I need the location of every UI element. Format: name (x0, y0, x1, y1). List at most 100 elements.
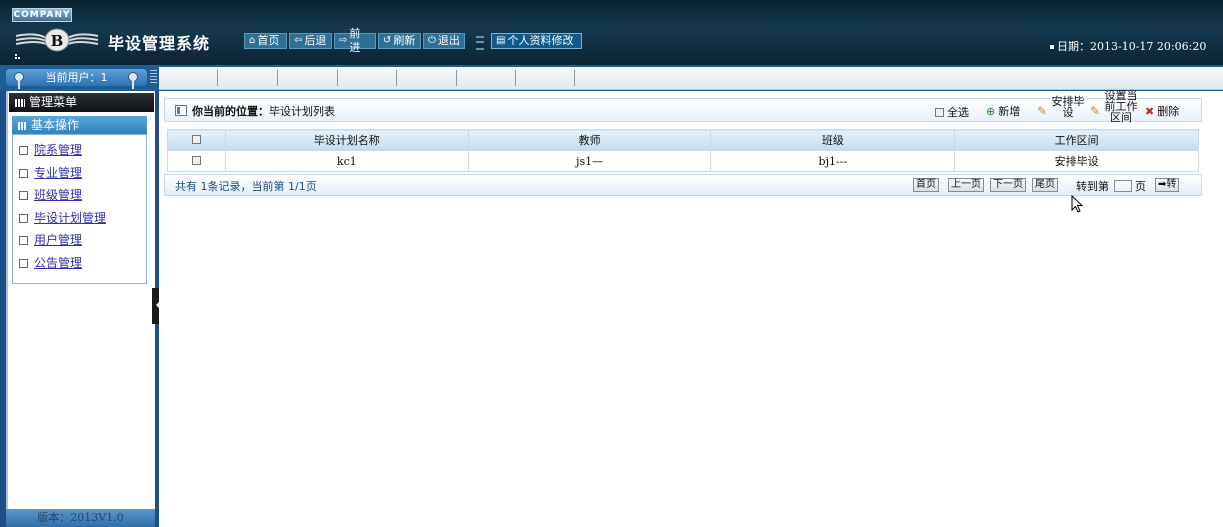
last-page-button[interactable]: 尾页 (1032, 178, 1058, 192)
top-header: COMPANY B 毕设管理系统 ⌂ 首页 ⇦ 后退 ⇨ 前进 ↺ 刷新 ⏻ 退… (0, 0, 1223, 65)
logout-label: 退出 (437, 34, 460, 47)
table-cell: 安排毕设 (954, 150, 1199, 172)
go-label: 转 (1166, 179, 1177, 190)
menu-box: 院系管理 专业管理 班级管理 毕设计划管理 用户管理 公告管理 (12, 134, 147, 284)
date-display: 日期：2013-10-17 20:06:20 (1050, 38, 1206, 54)
prev-page-button[interactable]: 上一页 (948, 178, 984, 192)
first-page-button[interactable]: 首页 (913, 178, 939, 192)
refresh-icon: ↺ (383, 35, 392, 46)
sidebar-item-major[interactable]: 专业管理 (19, 164, 82, 181)
goto-page-input[interactable] (1114, 180, 1132, 192)
bullet-icon (1050, 45, 1054, 49)
tab-strip (159, 67, 1223, 90)
sidebar-item-label: 院系管理 (34, 143, 83, 157)
square-bullet-icon (19, 191, 28, 200)
edit-pencil-icon: ✎ (1037, 104, 1048, 118)
collapse-sidebar-toggle[interactable] (152, 288, 159, 324)
sidebar-item-notice[interactable]: 公告管理 (19, 254, 82, 271)
arrow-right-icon: ⇨ (339, 35, 348, 46)
basic-operations-title: 基本操作 (31, 118, 80, 132)
back-button[interactable]: ⇦ 后退 (289, 33, 332, 49)
select-all-label: 全选 (947, 106, 969, 119)
sidebar-item-label: 毕设计划管理 (34, 211, 107, 225)
checkbox-icon (935, 107, 944, 117)
breadcrumb: 你当前的位置：毕设计划列表 (192, 103, 335, 119)
table-header-row: 毕设计划名称 教师 班级 工作区间 (167, 129, 1199, 151)
delete-label: 删除 (1157, 105, 1180, 118)
grip-handle-icon[interactable] (150, 70, 157, 84)
sidebar-item-user[interactable]: 用户管理 (19, 231, 82, 248)
set-work-period-button[interactable]: 设置当 前工作 区间 (1103, 90, 1139, 123)
delete-button[interactable]: ✖ 删除 (1145, 103, 1179, 119)
system-title: 毕设管理系统 (108, 34, 211, 53)
square-bullet-icon (19, 259, 28, 268)
next-page-button[interactable]: 下一页 (990, 178, 1026, 192)
plan-table: 毕设计划名称 教师 班级 工作区间 kc1 js1— bj1--- 安排毕设 (167, 129, 1199, 172)
sidebar: 管理菜单 基本操作 院系管理 专业管理 班级管理 毕设计划管理 用户管理 公告管… (6, 91, 155, 527)
forward-button[interactable]: ⇨ 前进 (334, 27, 376, 54)
home-button[interactable]: ⌂ 首页 (244, 33, 287, 49)
select-all-button[interactable]: 全选 (935, 104, 969, 120)
sidebar-item-department[interactable]: 院系管理 (19, 141, 82, 158)
column-header-plan-name: 毕设计划名称 (224, 129, 469, 151)
add-icon: ⊕ (986, 104, 996, 118)
breadcrumb-prefix: 你当前的位置： (192, 105, 269, 118)
delete-icon: ✖ (1145, 104, 1155, 118)
set-label-line3: 区间 (1110, 111, 1132, 124)
breadcrumb-page: 毕设计划列表 (269, 105, 335, 118)
sidebar-item-label: 用户管理 (34, 233, 83, 247)
profile-edit-button[interactable]: ▤ 个人资料修改 (491, 33, 582, 49)
version-label: 版本：2013V1.0 (6, 509, 155, 527)
goto-label: 转到第 (1076, 180, 1109, 193)
toolbar-separator-icon (476, 36, 484, 50)
home-icon: ⌂ (249, 35, 256, 46)
current-user-badge: 当前用户：1 (6, 69, 147, 89)
back-label: 后退 (304, 34, 327, 47)
document-icon: ▤ (496, 35, 506, 46)
refresh-button[interactable]: ↺ 刷新 (378, 33, 421, 49)
bentley-logo: B (15, 28, 99, 52)
sidebar-item-class[interactable]: 班级管理 (19, 186, 82, 203)
page-icon (175, 105, 187, 116)
mouse-cursor-icon (1071, 195, 1084, 213)
svg-text:B: B (51, 32, 64, 50)
sidebar-item-label: 班级管理 (34, 188, 83, 202)
column-header-teacher: 教师 (467, 129, 712, 151)
square-bullet-icon (19, 146, 28, 155)
square-bullet-icon (19, 169, 28, 178)
menu-header: 管理菜单 (9, 93, 154, 112)
checkbox-icon[interactable] (191, 134, 201, 144)
date-text: 日期：2013-10-17 20:06:20 (1057, 40, 1207, 53)
go-button[interactable]: ➡转 (1155, 178, 1180, 192)
logout-button[interactable]: ⏻ 退出 (423, 33, 465, 49)
square-bullet-icon (19, 214, 28, 223)
table-cell: kc1 (224, 150, 469, 172)
sidebar-item-design-plan[interactable]: 毕设计划管理 (19, 209, 106, 226)
table-row[interactable]: kc1 js1— bj1--- 安排毕设 (167, 150, 1199, 172)
arrange-design-button[interactable]: 安排毕设 (1051, 96, 1085, 118)
edit-pencil-icon: ✎ (1090, 104, 1101, 118)
column-header-class: 班级 (710, 129, 956, 151)
checkbox-icon[interactable] (191, 155, 201, 165)
table-cell: js1— (467, 150, 712, 172)
add-button[interactable]: ⊕ 新增 (986, 103, 1020, 119)
row-checkbox-cell[interactable] (167, 150, 226, 172)
record-summary: 共有 1条记录，当前第 1/1页 (175, 180, 317, 193)
grid-icon (15, 98, 25, 107)
basic-operations-header[interactable]: 基本操作 (12, 116, 147, 134)
company-logo: COMPANY (12, 8, 72, 22)
menu-title: 管理菜单 (29, 95, 78, 109)
add-label: 新增 (998, 105, 1021, 118)
logo-dots (15, 54, 20, 59)
forward-label: 前进 (349, 27, 361, 54)
square-bullet-icon (19, 236, 28, 245)
page-unit-label: 页 (1135, 180, 1146, 193)
sidebar-item-label: 公告管理 (34, 256, 83, 270)
profile-edit-label: 个人资料修改 (507, 34, 574, 47)
sidebar-item-label: 专业管理 (34, 166, 83, 180)
power-icon: ⏻ (428, 35, 436, 46)
table-cell: bj1--- (710, 150, 956, 172)
header-checkbox-cell[interactable] (167, 129, 226, 151)
home-label: 首页 (257, 34, 280, 47)
current-user-text: 当前用户：1 (45, 71, 108, 84)
